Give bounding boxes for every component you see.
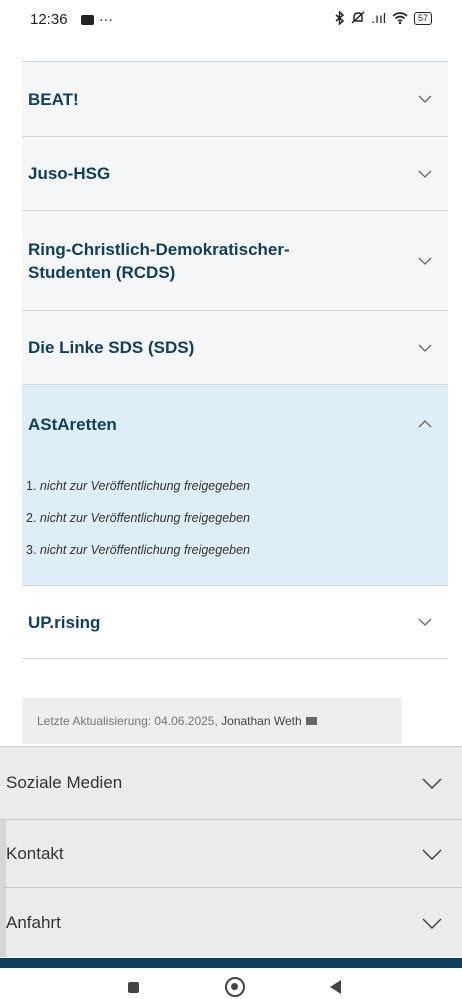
footer-item-contact[interactable]: Kontakt xyxy=(0,819,462,887)
list-item: 1. nicht zur Veröffentlichung freigegebe… xyxy=(26,470,448,502)
footer-label: Anfahrt xyxy=(6,912,61,932)
list-number: 1. xyxy=(26,479,37,493)
status-bar: 12:36 ··· .ııl 57 xyxy=(0,0,462,40)
chevron-down-icon xyxy=(418,618,432,626)
signal-icon: .ııl xyxy=(371,10,386,26)
last-update-note: Letzte Aktualisierung: 04.06.2025, Jonat… xyxy=(22,698,402,744)
footer-menu: Soziale Medien Kontakt Anfahrt xyxy=(0,746,462,957)
accordion-header[interactable]: UP.rising xyxy=(22,586,448,658)
accordion: BEAT! Juso-HSG Ring-Christlich-Demokrati… xyxy=(22,61,448,659)
list-text: nicht zur Veröffentlichung freigegeben xyxy=(39,479,251,493)
accordion-item-uprising[interactable]: UP.rising xyxy=(22,585,448,659)
accordion-title: Die Linke SDS (SDS) xyxy=(28,338,195,357)
footer-label: Soziale Medien xyxy=(6,773,123,792)
chevron-down-icon xyxy=(418,95,432,103)
battery-icon: 57 xyxy=(413,11,432,25)
accordion-header[interactable]: Ring-Christlich-Demokratischer-Studenten… xyxy=(22,211,448,310)
list-item: 3. nicht zur Veröffentlichung freigegebe… xyxy=(26,534,448,566)
bluetooth-icon xyxy=(335,11,345,25)
mail-icon[interactable] xyxy=(305,717,317,725)
system-nav-bar xyxy=(0,968,462,999)
list-text: nicht zur Veröffentlichung freigegeben xyxy=(39,543,251,557)
mute-icon xyxy=(351,11,365,24)
author-link[interactable]: Jonathan Weth xyxy=(221,714,302,728)
accordion-item-rcds[interactable]: Ring-Christlich-Demokratischer-Studenten… xyxy=(22,210,448,310)
accordion-item-juso-hsg[interactable]: Juso-HSG xyxy=(22,136,448,210)
accordion-item-sds[interactable]: Die Linke SDS (SDS) xyxy=(22,310,448,384)
footer-item-directions[interactable]: Anfahrt xyxy=(0,887,462,957)
wifi-icon xyxy=(392,12,408,24)
last-update-prefix: Letzte Aktualisierung: 04.06.2025, xyxy=(37,714,218,728)
chevron-up-icon xyxy=(418,420,432,428)
list-item: 2. nicht zur Veröffentlichung freigegebe… xyxy=(26,502,448,534)
list-number: 3. xyxy=(26,543,37,557)
chevron-down-icon xyxy=(418,257,432,265)
chevron-down-icon xyxy=(422,848,442,860)
status-time: 12:36 xyxy=(30,11,68,28)
restricted-list: 1. nicht zur Veröffentlichung freigegebe… xyxy=(26,470,448,566)
accordion-item-astaretten[interactable]: AStAretten 1. nicht zur Veröffentlichung… xyxy=(22,384,448,585)
footer-label: Kontakt xyxy=(6,843,64,863)
status-right-icons: .ııl 57 xyxy=(335,10,432,26)
accordion-title: UP.rising xyxy=(28,612,101,632)
accordion-title: AStAretten xyxy=(28,414,117,434)
accordion-title: Ring-Christlich-Demokratischer-Studenten… xyxy=(28,239,290,282)
accordion-header[interactable]: AStAretten xyxy=(22,385,448,463)
chevron-down-icon xyxy=(418,344,432,352)
chevron-down-icon xyxy=(418,170,432,178)
footer-bar xyxy=(0,958,462,968)
list-text: nicht zur Veröffentlichung freigegeben xyxy=(39,511,251,525)
overflow-dots: ··· xyxy=(99,11,113,27)
accordion-header[interactable]: BEAT! xyxy=(22,62,448,136)
status-left-icons: ··· xyxy=(81,11,113,27)
chevron-down-icon xyxy=(422,778,442,790)
youtube-icon xyxy=(81,15,94,25)
recent-apps-icon[interactable] xyxy=(128,982,139,993)
accordion-title: BEAT! xyxy=(28,89,79,109)
chevron-down-icon xyxy=(422,917,442,929)
accordion-item-beat[interactable]: BEAT! xyxy=(22,61,448,136)
accordion-title: Juso-HSG xyxy=(28,164,111,183)
accordion-header[interactable]: Juso-HSG xyxy=(22,137,448,210)
accordion-panel: 1. nicht zur Veröffentlichung freigegebe… xyxy=(22,463,448,585)
footer-item-social-media[interactable]: Soziale Medien xyxy=(0,746,462,819)
back-icon[interactable] xyxy=(330,980,341,994)
list-number: 2. xyxy=(26,511,37,525)
home-icon[interactable] xyxy=(225,977,245,997)
accordion-header[interactable]: Die Linke SDS (SDS) xyxy=(22,311,448,384)
